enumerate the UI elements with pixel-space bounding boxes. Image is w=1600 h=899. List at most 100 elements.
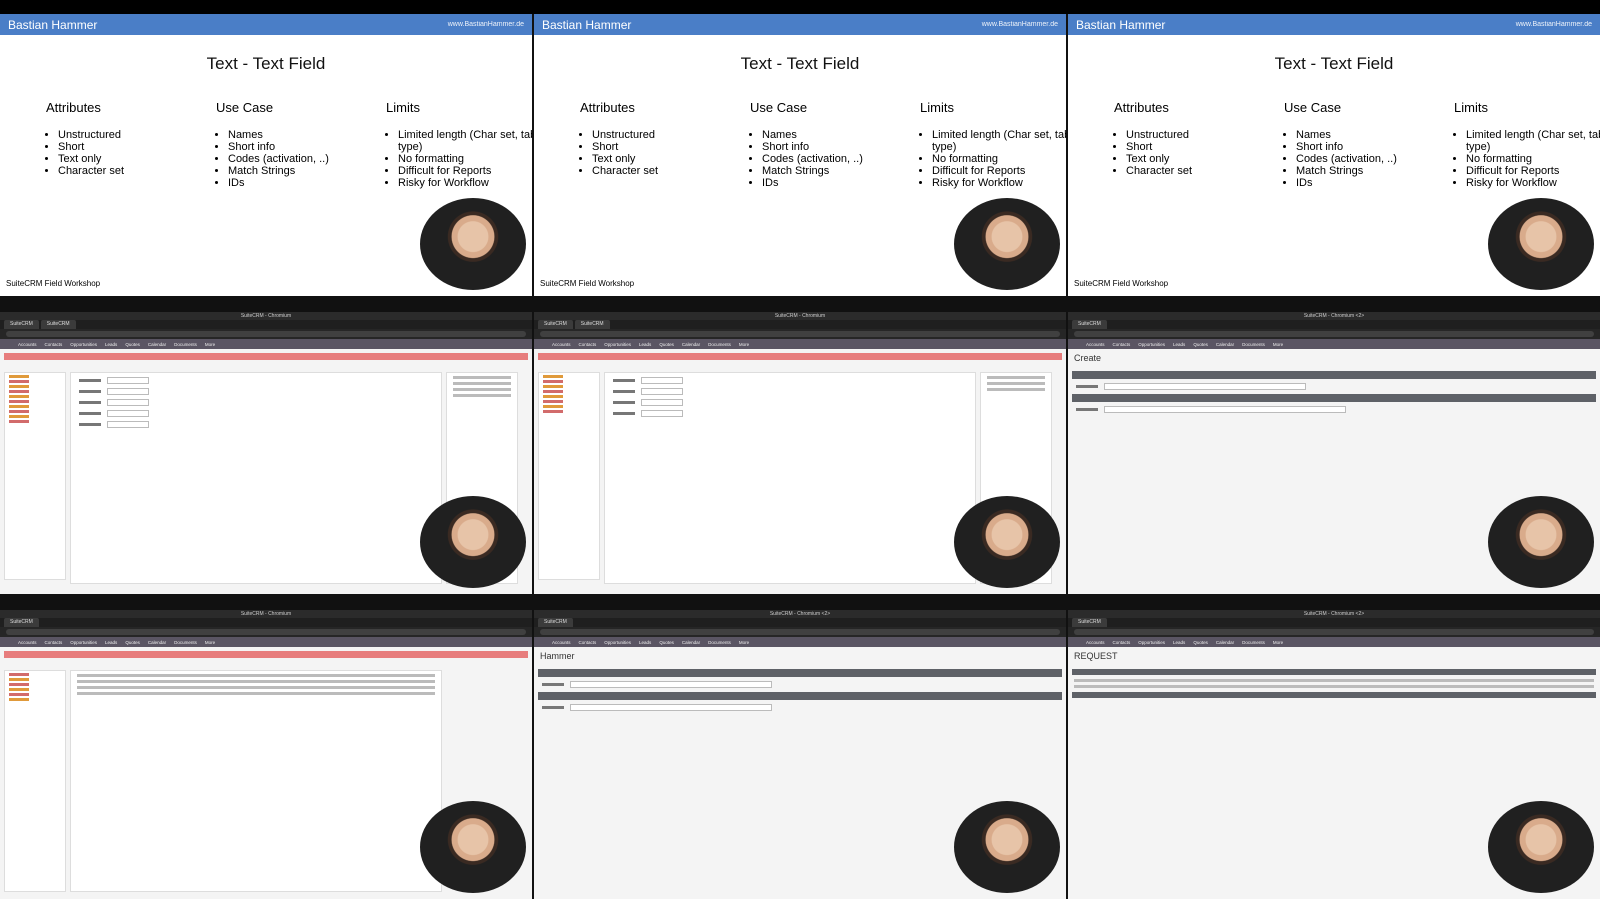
tree-row[interactable] <box>543 380 563 383</box>
nav-item[interactable]: Accounts <box>552 342 571 347</box>
module-tree[interactable] <box>538 372 600 580</box>
module-tree[interactable] <box>4 372 66 580</box>
nav-item[interactable]: Calendar <box>1216 640 1234 645</box>
tree-row[interactable] <box>9 420 29 423</box>
nav-item[interactable]: Documents <box>708 640 731 645</box>
field-input[interactable] <box>107 399 149 406</box>
url-field[interactable] <box>1074 331 1594 337</box>
nav-item[interactable]: Accounts <box>18 342 37 347</box>
list-toolbar[interactable] <box>1072 669 1596 675</box>
browser-tab[interactable]: SuiteCRM <box>1072 320 1107 329</box>
nav-item[interactable]: Opportunities <box>1138 640 1165 645</box>
browser-tab[interactable]: SuiteCRM <box>538 618 573 627</box>
url-field[interactable] <box>540 629 1060 635</box>
table-row[interactable] <box>1074 679 1594 682</box>
url-field[interactable] <box>1074 629 1594 635</box>
address-bar[interactable] <box>0 627 532 637</box>
tree-row[interactable] <box>543 375 563 378</box>
nav-item[interactable]: Opportunities <box>604 342 631 347</box>
nav-item[interactable]: Contacts <box>579 640 597 645</box>
nav-item[interactable]: Documents <box>1242 342 1265 347</box>
nav-item[interactable]: More <box>1273 640 1283 645</box>
tree-row[interactable] <box>9 678 29 681</box>
nav-item[interactable]: More <box>739 342 749 347</box>
browser-tab[interactable]: SuiteCRM <box>538 320 573 329</box>
field-input[interactable] <box>641 377 683 384</box>
list-toolbar[interactable] <box>1072 692 1596 698</box>
nav-item[interactable]: Quotes <box>659 342 674 347</box>
browser-tab[interactable]: SuiteCRM <box>4 618 39 627</box>
field-input[interactable] <box>641 399 683 406</box>
nav-item[interactable]: Calendar <box>1216 342 1234 347</box>
table-row[interactable] <box>1074 685 1594 688</box>
browser-tab[interactable]: SuiteCRM <box>4 320 39 329</box>
tree-row[interactable] <box>543 400 563 403</box>
field-input[interactable] <box>570 704 772 711</box>
tree-row[interactable] <box>9 673 29 676</box>
tree-row[interactable] <box>9 390 29 393</box>
tree-row[interactable] <box>9 375 29 378</box>
nav-item[interactable]: Documents <box>708 342 731 347</box>
url-field[interactable] <box>540 331 1060 337</box>
nav-item[interactable]: Quotes <box>1193 640 1208 645</box>
nav-item[interactable]: Quotes <box>1193 342 1208 347</box>
nav-item[interactable]: Accounts <box>18 640 37 645</box>
address-bar[interactable] <box>534 329 1066 339</box>
tree-row[interactable] <box>9 405 29 408</box>
nav-item[interactable]: Quotes <box>125 640 140 645</box>
tree-row[interactable] <box>9 683 29 686</box>
field-input[interactable] <box>107 410 149 417</box>
nav-item[interactable]: Contacts <box>45 342 63 347</box>
url-field[interactable] <box>6 331 526 337</box>
field-input[interactable] <box>107 388 149 395</box>
tree-row[interactable] <box>543 405 563 408</box>
nav-item[interactable]: Quotes <box>125 342 140 347</box>
nav-item[interactable]: Contacts <box>1113 640 1131 645</box>
nav-item[interactable]: Documents <box>1242 640 1265 645</box>
tree-row[interactable] <box>9 698 29 701</box>
tree-row[interactable] <box>9 415 29 418</box>
address-bar[interactable] <box>1068 329 1600 339</box>
nav-item[interactable]: Opportunities <box>1138 342 1165 347</box>
nav-item[interactable]: Quotes <box>659 640 674 645</box>
nav-item[interactable]: More <box>1273 342 1283 347</box>
field-input[interactable] <box>641 388 683 395</box>
nav-item[interactable]: Leads <box>639 342 651 347</box>
nav-item[interactable]: Contacts <box>45 640 63 645</box>
tree-row[interactable] <box>9 400 29 403</box>
tree-row[interactable] <box>9 380 29 383</box>
field-input[interactable] <box>1104 406 1346 413</box>
browser-tab[interactable]: SuiteCRM <box>1072 618 1107 627</box>
nav-item[interactable]: Accounts <box>1086 342 1105 347</box>
browser-tab[interactable]: SuiteCRM <box>574 320 610 329</box>
nav-item[interactable]: Opportunities <box>70 640 97 645</box>
tree-row[interactable] <box>9 693 29 696</box>
nav-item[interactable]: More <box>205 342 215 347</box>
tree-row[interactable] <box>543 410 563 413</box>
tree-row[interactable] <box>543 385 563 388</box>
nav-item[interactable]: Opportunities <box>604 640 631 645</box>
tree-row[interactable] <box>543 390 563 393</box>
field-input[interactable] <box>570 681 772 688</box>
nav-item[interactable]: Contacts <box>579 342 597 347</box>
address-bar[interactable] <box>534 627 1066 637</box>
browser-tab[interactable]: SuiteCRM <box>40 320 76 329</box>
nav-item[interactable]: Opportunities <box>70 342 97 347</box>
nav-item[interactable]: Calendar <box>148 342 166 347</box>
nav-item[interactable]: Leads <box>105 342 117 347</box>
tree-row[interactable] <box>543 395 563 398</box>
nav-item[interactable]: Documents <box>174 342 197 347</box>
nav-item[interactable]: Documents <box>174 640 197 645</box>
nav-item[interactable]: Calendar <box>148 640 166 645</box>
nav-item[interactable]: Accounts <box>1086 640 1105 645</box>
nav-item[interactable]: Calendar <box>682 342 700 347</box>
tree-row[interactable] <box>9 688 29 691</box>
field-input[interactable] <box>641 410 683 417</box>
nav-item[interactable]: More <box>205 640 215 645</box>
address-bar[interactable] <box>1068 627 1600 637</box>
url-field[interactable] <box>6 629 526 635</box>
field-input[interactable] <box>107 377 149 384</box>
nav-item[interactable]: Contacts <box>1113 342 1131 347</box>
nav-item[interactable]: Accounts <box>552 640 571 645</box>
field-input[interactable] <box>107 421 149 428</box>
